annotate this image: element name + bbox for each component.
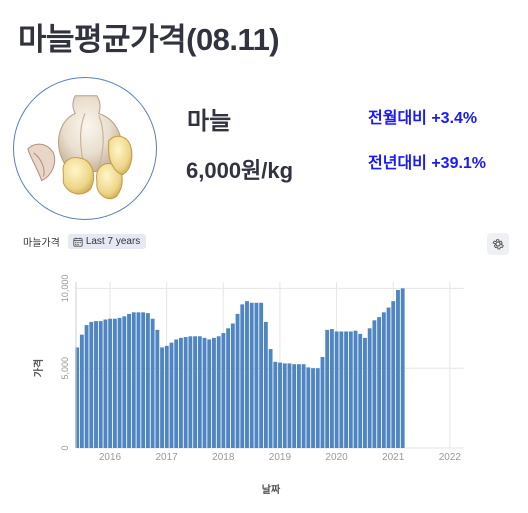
chart-bar [216, 336, 221, 448]
date-range-chip[interactable]: Last 7 years [67, 234, 147, 249]
date-range-label: Last 7 years [85, 236, 141, 247]
chart-bar [245, 301, 249, 448]
chart-bar [377, 317, 382, 448]
page-title: 마늘평균가격(08.11) [18, 22, 280, 57]
chart-bar [221, 333, 226, 448]
chart-bar [334, 331, 339, 448]
chart-bar [381, 312, 386, 448]
chart-bar [287, 363, 292, 448]
chart-bar [131, 312, 136, 448]
chart-bar [122, 316, 127, 448]
chart-bar [339, 331, 344, 448]
x-tick-label: 2020 [325, 452, 348, 463]
chart-bar [164, 345, 169, 448]
chart-bar [273, 361, 278, 448]
x-tick-label: 2022 [439, 452, 462, 463]
calendar-icon [73, 237, 83, 247]
chart-bar [344, 331, 349, 448]
garlic-illustration [27, 95, 133, 200]
yearly-change: 전년대비 +39.1% [368, 155, 487, 172]
chart-bar [259, 302, 264, 448]
product-name: 마늘 [187, 108, 232, 135]
chart-bar [79, 334, 84, 448]
chart-bar [160, 347, 164, 448]
x-tick-label: 2019 [269, 452, 292, 463]
product-price: 6,000원/kg [186, 158, 294, 183]
chart-bar [400, 288, 405, 448]
chart-bar [141, 312, 146, 448]
chart-bar [396, 289, 400, 448]
chart-bar [301, 364, 306, 448]
y-tick-label: 0 [60, 445, 70, 450]
y-tick-label: 5,000 [60, 357, 70, 380]
garlic-image [13, 77, 157, 220]
chart-bar [112, 318, 117, 448]
x-axis-title: 날짜 [262, 483, 281, 496]
chart-bar [183, 337, 188, 448]
chart-bar [278, 362, 282, 448]
chart-bar [348, 331, 353, 448]
chart-settings-button[interactable] [487, 233, 509, 255]
chart-bar [263, 321, 268, 448]
chart-bar [306, 367, 311, 448]
x-tick-label: 2016 [99, 452, 122, 463]
chart-bar [311, 368, 315, 448]
chart-bar [292, 364, 297, 448]
chart-bar [391, 301, 396, 448]
chart-bar [230, 323, 235, 448]
x-tick-label: 2021 [382, 452, 405, 463]
monthly-change: 전월대비 +3.4% [368, 110, 478, 127]
chart-bar [117, 317, 122, 448]
chart-bar [103, 319, 108, 448]
chart-bar [296, 364, 301, 448]
chart-bar [268, 349, 273, 448]
chart-bar [193, 336, 198, 448]
chart-bar [188, 336, 193, 448]
chart-bar [254, 302, 259, 448]
price-chart: 2016 2017 2018 2019 2020 2021 2022 0 5,000 10,000… [32, 275, 464, 496]
chart-bar [174, 339, 179, 448]
chart-bar [127, 313, 131, 448]
chart-bar [235, 313, 240, 448]
chart-bar [169, 342, 174, 448]
gear-icon [492, 239, 504, 250]
chart-bar [207, 339, 212, 448]
chart-bar [84, 325, 89, 448]
chart-bar [197, 336, 202, 448]
chart-bar [353, 330, 358, 448]
chart-bar [282, 363, 287, 448]
chart-bar [145, 313, 150, 448]
chart-bar [226, 328, 231, 448]
chart-bar [325, 329, 330, 448]
chart-bar [320, 357, 325, 448]
chart-bar [94, 321, 98, 448]
chart-bar [98, 321, 103, 448]
chart-bar [367, 328, 372, 448]
chart-bar [240, 304, 245, 448]
chart-bar [108, 318, 113, 448]
y-axis-title: 가격 [32, 359, 45, 377]
chart-bar [212, 337, 216, 448]
chart-bar [155, 329, 160, 448]
x-tick-label: 2018 [212, 452, 235, 463]
chart-bar [358, 333, 363, 448]
chart-bar [150, 318, 155, 448]
chart-bar [363, 337, 367, 448]
chart-bar [89, 321, 94, 448]
chart-bar [372, 320, 377, 448]
chart-bar [249, 302, 254, 448]
chart-bar [329, 329, 334, 448]
chart-bar [202, 337, 207, 448]
y-tick-label: 10,000 [60, 275, 70, 303]
chart-bar [179, 337, 183, 448]
x-tick-label: 2017 [156, 452, 179, 463]
chart-header: 마늘가격 Last 7 years [23, 234, 147, 249]
chart-bar [136, 312, 141, 448]
chart-bar [315, 368, 320, 448]
chart-label: 마늘가격 [23, 238, 60, 249]
chart-bar [386, 307, 391, 448]
